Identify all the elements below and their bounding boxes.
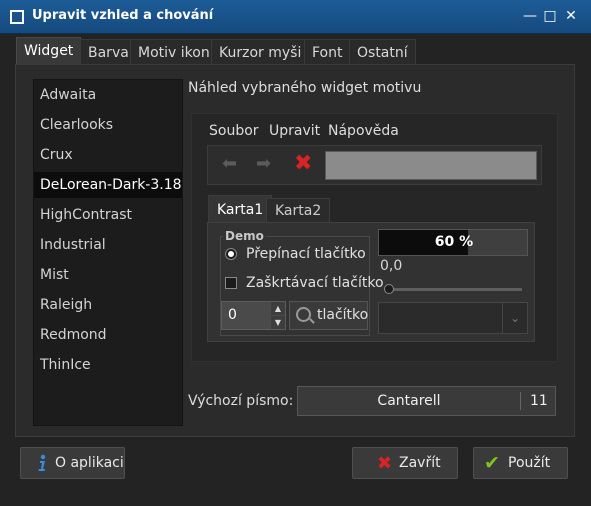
check-button[interactable] xyxy=(225,277,237,289)
menu-soubor[interactable]: Soubor xyxy=(209,123,259,139)
preview-entry[interactable] xyxy=(325,151,537,180)
demo-frame-label: Demo xyxy=(223,229,266,243)
font-size: 11 xyxy=(530,393,548,409)
combo-arrow-icon[interactable]: ⌄ xyxy=(502,303,527,333)
theme-item[interactable]: ThinIce xyxy=(40,352,91,378)
theme-item[interactable]: Raleigh xyxy=(40,292,92,318)
radio-button[interactable] xyxy=(225,248,237,260)
search-icon xyxy=(296,307,311,322)
info-icon xyxy=(38,454,46,471)
spin-button[interactable]: 0 ▲ ▼ xyxy=(221,301,286,330)
title-bar: Upravit vzhled a chování — □ ✕ xyxy=(0,0,591,34)
apply-button[interactable]: ✔ Použít xyxy=(473,447,568,479)
tab-barva[interactable]: Barva xyxy=(80,39,137,65)
search-button-label: tlačítko xyxy=(317,307,369,323)
tab-motiv-ikon[interactable]: Motiv ikon xyxy=(130,39,218,65)
progress-bar: 60 % xyxy=(378,229,528,256)
about-label: O aplikaci xyxy=(55,455,124,471)
theme-item[interactable]: Adwaita xyxy=(40,82,96,108)
close-button[interactable]: ✖ Zavřít xyxy=(352,447,458,479)
font-separator xyxy=(520,392,521,410)
theme-item-selected[interactable]: DeLorean-Dark-3.18 xyxy=(34,172,182,198)
forward-icon[interactable]: ➡ xyxy=(256,155,278,173)
spin-down-icon[interactable]: ▼ xyxy=(271,316,285,329)
tab-ostatni[interactable]: Ostatní xyxy=(349,39,416,65)
font-name: Cantarell xyxy=(377,393,441,409)
theme-item[interactable]: Industrial xyxy=(40,232,106,258)
minimize-icon[interactable]: — xyxy=(522,8,538,24)
menu-napoveda[interactable]: Nápověda xyxy=(328,123,399,139)
preview-label: Náhled vybraného widget motivu xyxy=(188,80,422,96)
close-red-icon: ✖ xyxy=(377,453,393,474)
spin-up-icon[interactable]: ▲ xyxy=(271,302,285,315)
tab-kurzor-mysi[interactable]: Kurzor myši xyxy=(211,39,310,65)
scale-track[interactable] xyxy=(386,288,522,291)
theme-item[interactable]: HighContrast xyxy=(40,202,132,228)
window-title: Upravit vzhled a chování xyxy=(32,8,214,23)
scale-value: 0,0 xyxy=(380,258,403,274)
font-button[interactable]: Cantarell 11 xyxy=(297,386,556,416)
theme-item[interactable]: Clearlooks xyxy=(40,112,113,138)
back-icon[interactable]: ⬅ xyxy=(222,155,244,173)
window-icon xyxy=(10,10,24,24)
maximize-icon[interactable]: □ xyxy=(542,8,558,24)
about-button[interactable]: O aplikaci xyxy=(20,447,125,479)
theme-list[interactable]: Adwaita Clearlooks Crux DeLorean-Dark-3.… xyxy=(33,79,183,426)
menu-upravit[interactable]: Upravit xyxy=(269,123,320,139)
scale-slider[interactable] xyxy=(384,284,394,294)
close-label: Zavřít xyxy=(399,455,441,471)
theme-item[interactable]: Crux xyxy=(40,142,73,168)
check-label[interactable]: Zaškrtávací tlačítko xyxy=(246,275,384,291)
tab-karta2[interactable]: Karta2 xyxy=(266,198,331,223)
tab-font[interactable]: Font xyxy=(304,39,351,65)
theme-item[interactable]: Mist xyxy=(40,262,69,288)
font-label: Výchozí písmo: xyxy=(188,393,294,409)
stop-icon[interactable]: ✖ xyxy=(294,153,312,175)
radio-label[interactable]: Přepínací tlačítko xyxy=(246,246,366,262)
tab-karta1[interactable]: Karta1 xyxy=(208,195,273,223)
tab-widget[interactable]: Widget xyxy=(16,37,82,65)
apply-check-icon: ✔ xyxy=(484,452,500,474)
progress-text: 60 % xyxy=(434,234,474,250)
theme-item[interactable]: Redmond xyxy=(40,322,107,348)
apply-label: Použít xyxy=(508,455,551,471)
close-icon[interactable]: ✕ xyxy=(563,8,579,24)
combo-box[interactable]: ⌄ xyxy=(378,302,528,334)
search-button[interactable]: tlačítko xyxy=(289,301,368,330)
spin-value: 0 xyxy=(228,307,237,323)
